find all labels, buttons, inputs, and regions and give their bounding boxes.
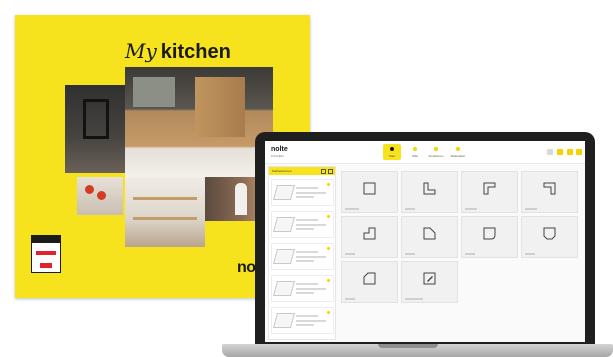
- sidebar-item[interactable]: [271, 179, 334, 206]
- kitchen-photo-wall: [65, 85, 125, 173]
- l-shape-mirrored-icon: [483, 182, 496, 195]
- sidebar-item-detail: [296, 228, 314, 230]
- rounded-shape-icon: [483, 227, 496, 240]
- kitchen-plan-thumbnail: [272, 249, 296, 264]
- kitchen-photo-shelves: [125, 177, 205, 247]
- kitchen-shape-tile[interactable]: [401, 171, 458, 213]
- laptop-notch: [378, 344, 438, 348]
- favorite-marker-icon[interactable]: [327, 183, 330, 186]
- sidebar-item[interactable]: [271, 275, 334, 302]
- nav-tab-label: Start: [388, 154, 396, 158]
- nav-tab-materialien[interactable]: Materialien: [449, 144, 467, 160]
- kitchen-shape-tile[interactable]: [461, 171, 518, 213]
- sidebar-item-detail: [296, 196, 314, 198]
- app-logo: nolte: [271, 146, 288, 153]
- sidebar-item-detail: [296, 256, 326, 258]
- sidebar-header-label: Küchenformen: [272, 169, 292, 173]
- sidebar-close-icon[interactable]: [328, 169, 333, 174]
- favorite-marker-icon[interactable]: [327, 215, 330, 218]
- sidebar-item-title: [296, 315, 318, 317]
- sidebar-item-detail: [296, 324, 314, 326]
- kitchen-shape-tile[interactable]: [521, 216, 578, 258]
- sidebar-item-title: [296, 219, 318, 221]
- kitchen-shape-tile[interactable]: [521, 171, 578, 213]
- kitchen-shape-tile[interactable]: [341, 216, 398, 258]
- sidebar-panel: Küchenformen: [268, 166, 336, 340]
- sidebar-item-detail: [296, 320, 326, 322]
- kitchen-shape-tile[interactable]: [401, 261, 458, 303]
- favorite-marker-icon[interactable]: [327, 247, 330, 250]
- favorite-marker-icon[interactable]: [327, 311, 330, 314]
- nav-funktionen-icon: [434, 147, 438, 151]
- kitchen-shape-tile[interactable]: [401, 216, 458, 258]
- square-shape-icon: [363, 182, 376, 195]
- sidebar-item-title: [296, 187, 318, 189]
- nav-tab-label: Funktionen: [428, 154, 444, 158]
- nav-tab-funktionen[interactable]: Funktionen: [427, 144, 445, 160]
- brochure-title-my: My: [125, 39, 157, 63]
- app-logo-subtitle: KÜCHEN: [271, 154, 284, 158]
- kitchen-shape-tile[interactable]: [461, 216, 518, 258]
- beveled-shape-icon: [363, 272, 376, 285]
- corner-shape-icon: [543, 182, 556, 195]
- sidebar-item-title: [296, 283, 318, 285]
- brochure-title-kitchen: kitchen: [160, 41, 231, 63]
- award-seal-icon: [31, 235, 61, 273]
- sidebar-item[interactable]: [271, 243, 334, 270]
- sidebar-item-title: [296, 251, 318, 253]
- sidebar-item-detail: [296, 260, 314, 262]
- kitchen-photo-main: [125, 67, 273, 177]
- sidebar-item-detail: [296, 192, 326, 194]
- sidebar-add-icon[interactable]: [321, 169, 326, 174]
- trapezoid-shape-icon: [543, 227, 556, 240]
- nav-start-icon: [390, 147, 394, 151]
- notched-shape-icon: [363, 227, 376, 240]
- sidebar-item[interactable]: [271, 211, 334, 238]
- nav-tab-label: Materialien: [450, 154, 466, 158]
- laptop-lid: nolte KÜCHEN Start Stile Funktionen Mate…: [255, 132, 595, 347]
- edit-pencil-icon: [423, 272, 436, 285]
- kitchen-shape-tile[interactable]: [341, 261, 398, 303]
- kitchen-plan-thumbnail: [272, 313, 296, 328]
- sidebar-item-detail: [296, 292, 314, 294]
- nav-tab-stile[interactable]: Stile: [406, 144, 424, 160]
- l-shape-icon: [423, 182, 436, 195]
- kitchen-plan-thumbnail: [272, 217, 296, 232]
- sidebar-item-detail: [296, 288, 326, 290]
- nav-tab-start[interactable]: Start: [383, 144, 401, 160]
- app-header: nolte KÜCHEN Start Stile Funktionen Mate…: [265, 141, 585, 164]
- kitchen-plan-thumbnail: [272, 185, 296, 200]
- menu-icon[interactable]: [547, 149, 553, 155]
- favorite-marker-icon[interactable]: [327, 279, 330, 282]
- sidebar-item[interactable]: [271, 307, 334, 334]
- nav-tab-label: Stile: [412, 154, 418, 158]
- cart-icon[interactable]: [567, 149, 573, 155]
- kitchen-photo-tomatoes: [77, 177, 123, 215]
- sidebar-item-detail: [296, 224, 326, 226]
- kitchen-shape-tile[interactable]: [341, 171, 398, 213]
- brochure-title: My kitchen: [125, 39, 231, 64]
- nav-materialien-icon: [456, 147, 460, 151]
- kitchen-plan-thumbnail: [272, 281, 296, 296]
- favorites-icon[interactable]: [557, 149, 563, 155]
- cut-corner-shape-icon: [423, 227, 436, 240]
- sidebar-header: Küchenformen: [269, 167, 335, 175]
- user-icon[interactable]: [576, 149, 582, 155]
- laptop-screen: nolte KÜCHEN Start Stile Funktionen Mate…: [265, 141, 585, 342]
- nav-stile-icon: [413, 147, 417, 151]
